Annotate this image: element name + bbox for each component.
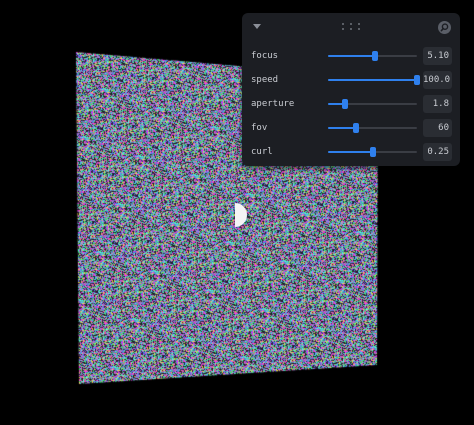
slider-thumb-curl[interactable] xyxy=(369,147,376,157)
control-row-fov: fov 60 xyxy=(242,118,460,138)
slider-fov[interactable] xyxy=(328,123,417,133)
control-row-curl: curl 0.25 xyxy=(242,142,460,162)
value-input-speed[interactable]: 100.0 xyxy=(423,71,452,89)
slider-curl[interactable] xyxy=(328,147,417,157)
control-row-speed: speed 100.0 xyxy=(242,70,460,90)
control-label-focus: focus xyxy=(251,51,279,61)
slider-fill-fov xyxy=(328,127,357,129)
drag-dots-icon[interactable] xyxy=(342,22,360,32)
value-input-fov[interactable]: 60 xyxy=(423,119,452,137)
value-input-curl[interactable]: 0.25 xyxy=(423,143,452,161)
control-label-aperture: aperture xyxy=(251,99,295,109)
slider-thumb-speed[interactable] xyxy=(414,75,420,85)
search-icon[interactable] xyxy=(438,21,451,34)
slider-focus[interactable] xyxy=(328,51,417,61)
value-input-aperture[interactable]: 1.8 xyxy=(423,95,452,113)
control-panel: focus 5.10 speed 100.0 aperture 1.8 fov … xyxy=(242,13,460,166)
half-moon-shape xyxy=(235,203,247,227)
viewport[interactable]: focus 5.10 speed 100.0 aperture 1.8 fov … xyxy=(0,0,474,425)
slider-thumb-aperture[interactable] xyxy=(341,99,348,109)
slider-aperture[interactable] xyxy=(328,99,417,109)
control-label-speed: speed xyxy=(251,75,279,85)
panel-header[interactable] xyxy=(242,13,460,42)
control-label-fov: fov xyxy=(251,123,268,133)
chevron-down-icon[interactable] xyxy=(253,24,261,29)
slider-thumb-fov[interactable] xyxy=(353,123,360,133)
value-input-focus[interactable]: 5.10 xyxy=(423,47,452,65)
slider-fill-speed xyxy=(328,79,417,81)
control-row-aperture: aperture 1.8 xyxy=(242,94,460,114)
control-label-curl: curl xyxy=(251,147,273,157)
slider-thumb-focus[interactable] xyxy=(372,51,379,61)
slider-fill-focus xyxy=(328,55,376,57)
control-row-focus: focus 5.10 xyxy=(242,46,460,66)
slider-speed[interactable] xyxy=(328,75,420,85)
slider-fill-curl xyxy=(328,151,373,153)
